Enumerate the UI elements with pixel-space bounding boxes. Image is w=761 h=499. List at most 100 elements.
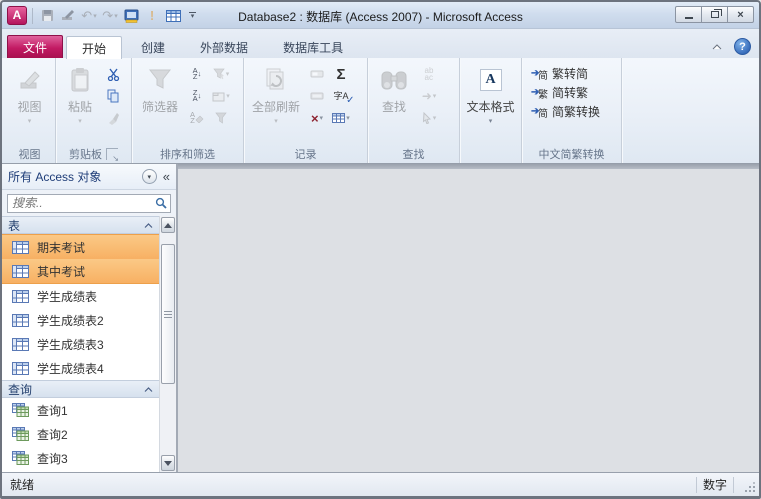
group-label-sort-filter: 排序和筛选 [160,148,215,161]
group-records: 全部刷新 ▾ × ▾ Σ 字A ✓ ▾ 记录 [244,58,368,163]
refresh-all-button[interactable]: 全部刷新 ▾ [248,62,304,125]
ribbon-tab-row: 文件 开始 创建 外部数据 数据库工具 ? [2,29,759,59]
nav-pane-title: 所有 Access 对象 [8,170,102,184]
status-ready: 就绪 [10,478,35,492]
advanced-filter-button[interactable]: ▾ [210,86,232,106]
help-button[interactable]: ? [734,38,751,55]
replace-button[interactable]: ab ac [418,64,440,84]
status-bar: 就绪 数字 [2,472,759,496]
save-button[interactable] [38,7,56,25]
nav-scrollbar[interactable] [159,216,176,472]
nav-item-table[interactable]: 学生成绩表2 [2,308,159,332]
tab-database-tools[interactable]: 数据库工具 [267,35,359,58]
scroll-down-button[interactable] [161,455,175,471]
collapse-section-icon [144,386,153,392]
cut-button[interactable] [102,64,124,84]
close-button[interactable]: × [727,6,754,23]
tab-home[interactable]: 开始 [66,36,123,59]
find-button[interactable]: 查找 [372,62,416,115]
divider [695,476,697,493]
nav-pane-header[interactable]: 所有 Access 对象 ▾ « [2,164,176,190]
undo-button[interactable]: ↶ ▾ [80,7,98,25]
access-app-icon[interactable]: A [7,6,27,25]
nav-item-query[interactable]: 查询2 [2,422,159,446]
more-records-button[interactable]: ▾ [330,108,352,128]
binoculars-icon [380,65,408,95]
minimize-button[interactable] [675,6,702,23]
select-button[interactable]: ▾ [418,108,440,128]
section-header-tables[interactable]: 表 [2,216,159,234]
toggle-filter-button[interactable] [210,108,232,128]
tab-create[interactable]: 创建 [125,35,181,58]
traditional-to-simplified-button[interactable]: ➔ 简 繁转简 [526,64,594,83]
traditional-to-simplified-icon: ➔ 简 [531,68,548,82]
group-text-format: A 文本格式 ▾ [460,58,522,163]
nav-item-query[interactable]: 查询1 [2,398,159,422]
simplified-to-traditional-icon: ➔ 繁 [531,87,548,101]
sort-descending-button[interactable]: Z A ↓ [186,86,208,106]
conversion-dialog-button[interactable]: ➔ 简 简繁转换 [526,102,606,121]
group-chinese-conversion: ➔ 简 繁转简 ➔ 繁 简转繁 ➔ 简 简繁转换 中文简繁转换 [522,58,622,163]
design-view-button[interactable] [59,7,77,25]
title-bar: Database2 : 数据库 (Access 2007) - Microsof… [2,2,759,29]
nav-item-table[interactable]: 学生成绩表4 [2,356,159,380]
view-icon [18,65,42,95]
query-icon [12,451,29,465]
collapse-ribbon-button[interactable] [708,39,726,55]
redo-button[interactable]: ↷ ▾ [101,7,119,25]
customize-qat-button[interactable]: ▾ [185,7,200,25]
delete-record-button[interactable]: × ▾ [306,108,328,128]
table-icon [12,361,29,375]
clipboard-dialog-launcher[interactable] [106,147,119,163]
restore-button[interactable] [701,6,728,23]
spelling-button[interactable]: 字A ✓ [330,86,354,106]
refresh-icon [263,65,289,95]
nav-menu-dropdown-button[interactable]: ▾ [141,169,157,184]
collapse-section-icon [144,222,153,228]
nav-item-table[interactable]: 学生成绩表 [2,284,159,308]
scrollbar-thumb[interactable] [161,244,175,384]
form-design-button[interactable] [122,7,140,25]
table-icon [12,264,29,278]
workspace-top-shadow [178,164,759,169]
save-record-button[interactable] [306,86,328,106]
table-icon [12,289,29,303]
paste-button[interactable]: 粘贴 ▾ [60,62,100,125]
clear-sort-button[interactable]: AZ [186,108,208,128]
views-button[interactable]: 视图 ▾ [8,62,51,125]
query-icon [12,427,29,441]
totals-button[interactable]: Σ [330,64,352,84]
format-painter-button[interactable] [102,108,124,128]
content-area: 所有 Access 对象 ▾ « 表 [2,164,759,472]
run-button[interactable]: ! [143,7,161,25]
goto-button[interactable]: ➜ ▾ [418,86,440,106]
search-icon[interactable] [152,197,170,209]
funnel-icon [147,65,173,95]
new-record-button[interactable] [306,64,328,84]
text-format-button[interactable]: A 文本格式 ▾ [464,62,517,125]
section-header-queries[interactable]: 查询 [2,380,159,398]
tab-file[interactable]: 文件 [7,35,64,58]
filter-button[interactable]: 筛选器 [136,62,184,115]
simplified-to-traditional-button[interactable]: ➔ 繁 简转繁 [526,83,594,102]
group-label-find: 查找 [402,148,425,161]
table-icon [12,240,29,254]
workspace [177,164,759,472]
resize-grip[interactable] [742,481,756,495]
copy-button[interactable] [102,86,124,106]
datasheet-view-button[interactable] [164,7,182,25]
sort-ascending-button[interactable]: A Z ↓ [186,64,208,84]
num-lock-indicator: 数字 [702,478,727,492]
nav-item-query[interactable]: 查询3 [2,446,159,470]
shutter-bar-close-button[interactable]: « [163,169,170,184]
window-controls: × [675,6,754,23]
tab-external-data[interactable]: 外部数据 [184,35,264,58]
nav-item-table[interactable]: 期末考试 [2,235,159,259]
ribbon: 视图 ▾ 视图 粘贴 ▾ 剪贴板 ↘ 筛选器 A Z ↓ Z A ↓ A Z ▾… [2,58,759,164]
group-label-records: 记录 [294,148,317,161]
nav-item-table[interactable]: 学生成绩表3 [2,332,159,356]
search-input[interactable] [8,196,152,210]
selection-filter-button[interactable]: ▾ [210,64,232,84]
nav-item-table[interactable]: 其中考试 [2,259,159,283]
scroll-up-button[interactable] [161,217,175,233]
